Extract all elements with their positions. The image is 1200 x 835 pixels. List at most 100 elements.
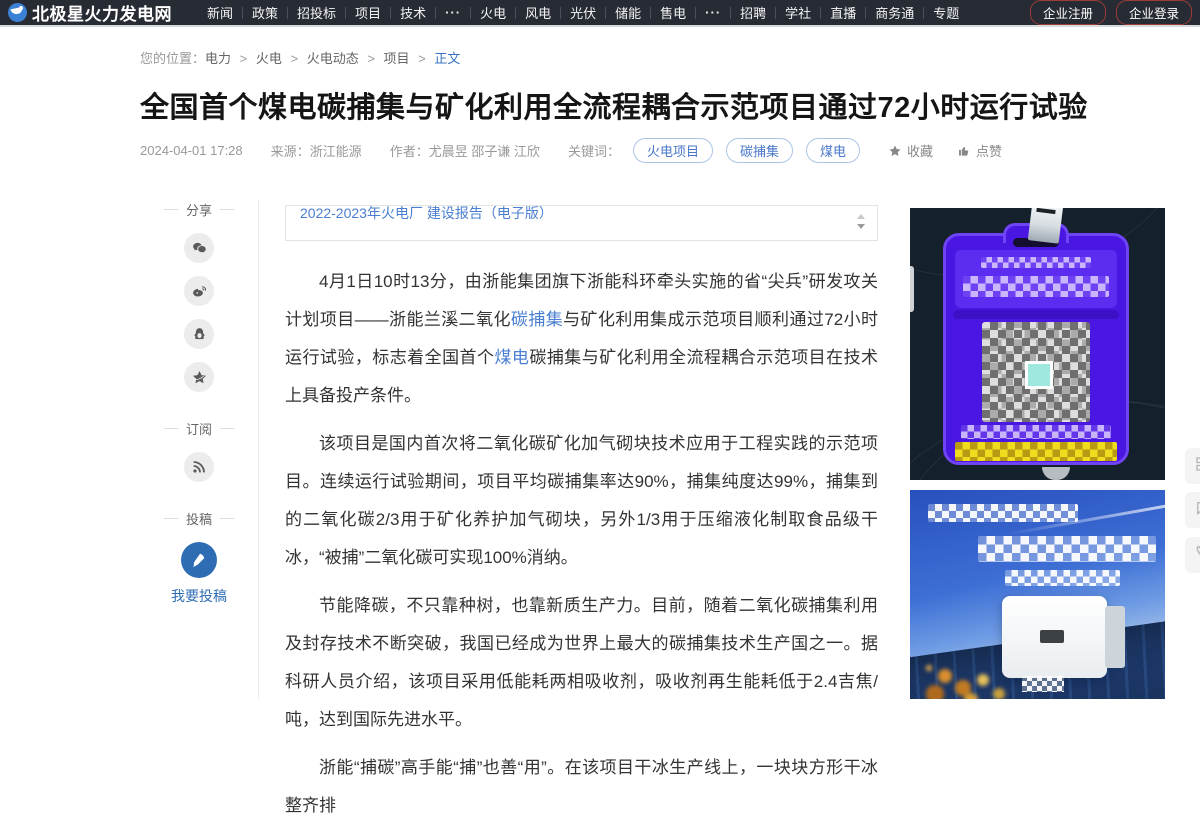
nav-more-icon[interactable]: ··· (696, 5, 730, 20)
share-rail: 分享 订阅 投稿 我要投稿 (140, 200, 258, 606)
ad-banner-inverter[interactable] (910, 490, 1165, 699)
share-button-qzone[interactable] (184, 362, 214, 392)
article-meta: 2024-04-01 17:28 来源：浙江能源 作者：尤晨昱 邵子谦 江欣 关… (140, 138, 1026, 163)
page-title: 全国首个煤电碳捕集与矿化利用全流程耦合示范项目通过72小时运行试验 (140, 84, 1170, 126)
weibo-icon (191, 283, 208, 300)
blurred-text (963, 276, 1109, 297)
nav-item[interactable]: 政策 (243, 3, 287, 22)
nav-item[interactable]: 技术 (391, 3, 435, 22)
source-label: 来源： (271, 144, 310, 159)
qr-code (982, 322, 1090, 422)
article-body: 4月1日10时13分，由浙能集团旗下浙能科环牵头实施的省“尖兵”研发攻关计划项目… (285, 263, 878, 825)
lanyard-clip (1028, 208, 1063, 244)
nav-item[interactable]: 商务通 (866, 3, 923, 22)
nav-item[interactable]: 专题 (924, 3, 968, 22)
nav-item[interactable]: 新闻 (198, 3, 242, 22)
city-lights-graphic (926, 665, 932, 671)
site-logo[interactable]: 北极星火力发电网 (8, 0, 172, 25)
share-label-text: 分享 (186, 200, 212, 219)
keywords: 关键词： 火电项目碳捕集煤电 (568, 138, 860, 163)
breadcrumb-link[interactable]: 电力 (205, 51, 231, 66)
nav-item[interactable]: 招聘 (731, 3, 775, 22)
nav-item[interactable]: 售电 (651, 3, 695, 22)
blurred-text (928, 504, 1078, 522)
nav-menu: 新闻政策招投标项目技术···火电风电光伏储能售电···招聘学社直播商务通专题 (198, 3, 1030, 22)
paragraph-text: 节能降碳，不只靠种树，也靠新质生产力。目前，随着二氧化碳捕集利用及封存技术不断突… (285, 596, 878, 729)
rss-button[interactable] (184, 452, 214, 482)
subscribe-section-label: 订阅 (140, 419, 258, 438)
author-label: 作者： (390, 144, 429, 159)
nav-item[interactable]: 招投标 (288, 3, 345, 22)
phone-icon (1194, 544, 1200, 567)
floating-message-button[interactable] (1185, 492, 1200, 528)
nav-item[interactable]: 风电 (516, 3, 560, 22)
like-button[interactable]: 点赞 (957, 141, 1002, 160)
author-value: 尤晨昱 邵子谦 江欣 (429, 144, 540, 159)
top-navbar: 北极星火力发电网 新闻政策招投标项目技术···火电风电光伏储能售电···招聘学社… (0, 0, 1200, 27)
inline-keyword-link[interactable]: 煤电 (494, 348, 529, 367)
share-button-weibo[interactable] (184, 276, 214, 306)
nav-more-icon[interactable]: ··· (436, 5, 470, 20)
breadcrumb-current[interactable]: 正文 (434, 51, 460, 66)
ad-banner-badge-qr[interactable] (910, 208, 1165, 480)
blurred-text (978, 536, 1156, 562)
article-paragraph: 4月1日10时13分，由浙能集团旗下浙能科环牵头实施的省“尖兵”研发攻关计划项目… (285, 263, 878, 415)
register-button[interactable]: 企业注册 (1030, 0, 1106, 25)
breadcrumb-link[interactable]: 项目 (384, 51, 410, 66)
vertical-divider (258, 200, 259, 699)
breadcrumb-links: 电力 > 火电 > 火电动态 > 项目 > (205, 51, 434, 66)
paragraph-text: 浙能“捕碳”高手能“捕”也善“用”。在该项目干冰生产线上，一块块方形干冰整齐排 (285, 758, 878, 815)
badge-graphic (943, 233, 1129, 465)
favorite-button[interactable]: 收藏 (888, 141, 933, 160)
author: 作者：尤晨昱 邵子谦 江欣 (390, 141, 540, 160)
nav-item[interactable]: 储能 (606, 3, 650, 22)
star-icon (888, 144, 902, 158)
breadcrumb-link[interactable]: 火电 (256, 51, 282, 66)
floating-qr-button[interactable] (1185, 448, 1200, 484)
nav-item[interactable]: 直播 (821, 3, 865, 22)
share-button-qq[interactable] (184, 319, 214, 349)
divider (164, 428, 178, 429)
subscribe-label-text: 订阅 (186, 419, 212, 438)
nav-item[interactable]: 项目 (346, 3, 390, 22)
keywords-label: 关键词： (568, 141, 620, 160)
source-value[interactable]: 浙江能源 (310, 144, 362, 159)
article-paragraph: 节能降碳，不只靠种树，也靠新质生产力。目前，随着二氧化碳捕集利用及封存技术不断突… (285, 587, 878, 739)
breadcrumb: 您的位置：电力 > 火电 > 火电动态 > 项目 > 正文 (140, 48, 460, 67)
login-button[interactable]: 企业登录 (1116, 0, 1192, 25)
message-icon (1194, 499, 1200, 522)
logo-icon (8, 3, 27, 22)
nav-item[interactable]: 光伏 (561, 3, 605, 22)
badge-divider (953, 310, 1119, 319)
publish-date: 2024-04-01 17:28 (140, 143, 243, 158)
keyword-tag[interactable]: 碳捕集 (726, 138, 793, 163)
share-button-wechat[interactable] (184, 233, 214, 263)
decor-tab (910, 266, 914, 312)
divider (220, 428, 234, 429)
breadcrumb-separator: > (231, 51, 256, 66)
submit-article-button[interactable] (181, 542, 217, 578)
blurred-text-yellow (955, 442, 1117, 461)
divider (164, 518, 178, 519)
submit-article-link[interactable]: 我要投稿 (140, 586, 258, 606)
nav-item[interactable]: 火电 (471, 3, 515, 22)
scroll-down-icon[interactable] (857, 224, 865, 229)
breadcrumb-link[interactable]: 火电动态 (307, 51, 359, 66)
qr-icon (1194, 455, 1200, 478)
inverter-fin (1105, 606, 1125, 668)
qq-icon (191, 326, 208, 343)
scroll-up-icon[interactable] (857, 214, 865, 219)
breadcrumb-separator: > (282, 51, 307, 66)
source: 来源：浙江能源 (271, 141, 362, 160)
keyword-tag[interactable]: 煤电 (806, 138, 860, 163)
keyword-tag[interactable]: 火电项目 (633, 138, 713, 163)
divider (164, 209, 178, 210)
related-report-box: 2022-2023年火电厂 建设报告（电子版） (285, 205, 878, 241)
blurred-text (981, 257, 1091, 268)
floating-phone-button[interactable] (1185, 537, 1200, 573)
page: 北极星火力发电网 新闻政策招投标项目技术···火电风电光伏储能售电···招聘学社… (0, 0, 1200, 699)
favorite-label: 收藏 (907, 141, 933, 160)
report-link[interactable]: 2022-2023年火电厂 建设报告（电子版） (300, 205, 553, 223)
nav-item[interactable]: 学社 (776, 3, 820, 22)
inline-keyword-link[interactable]: 碳捕集 (511, 310, 563, 329)
